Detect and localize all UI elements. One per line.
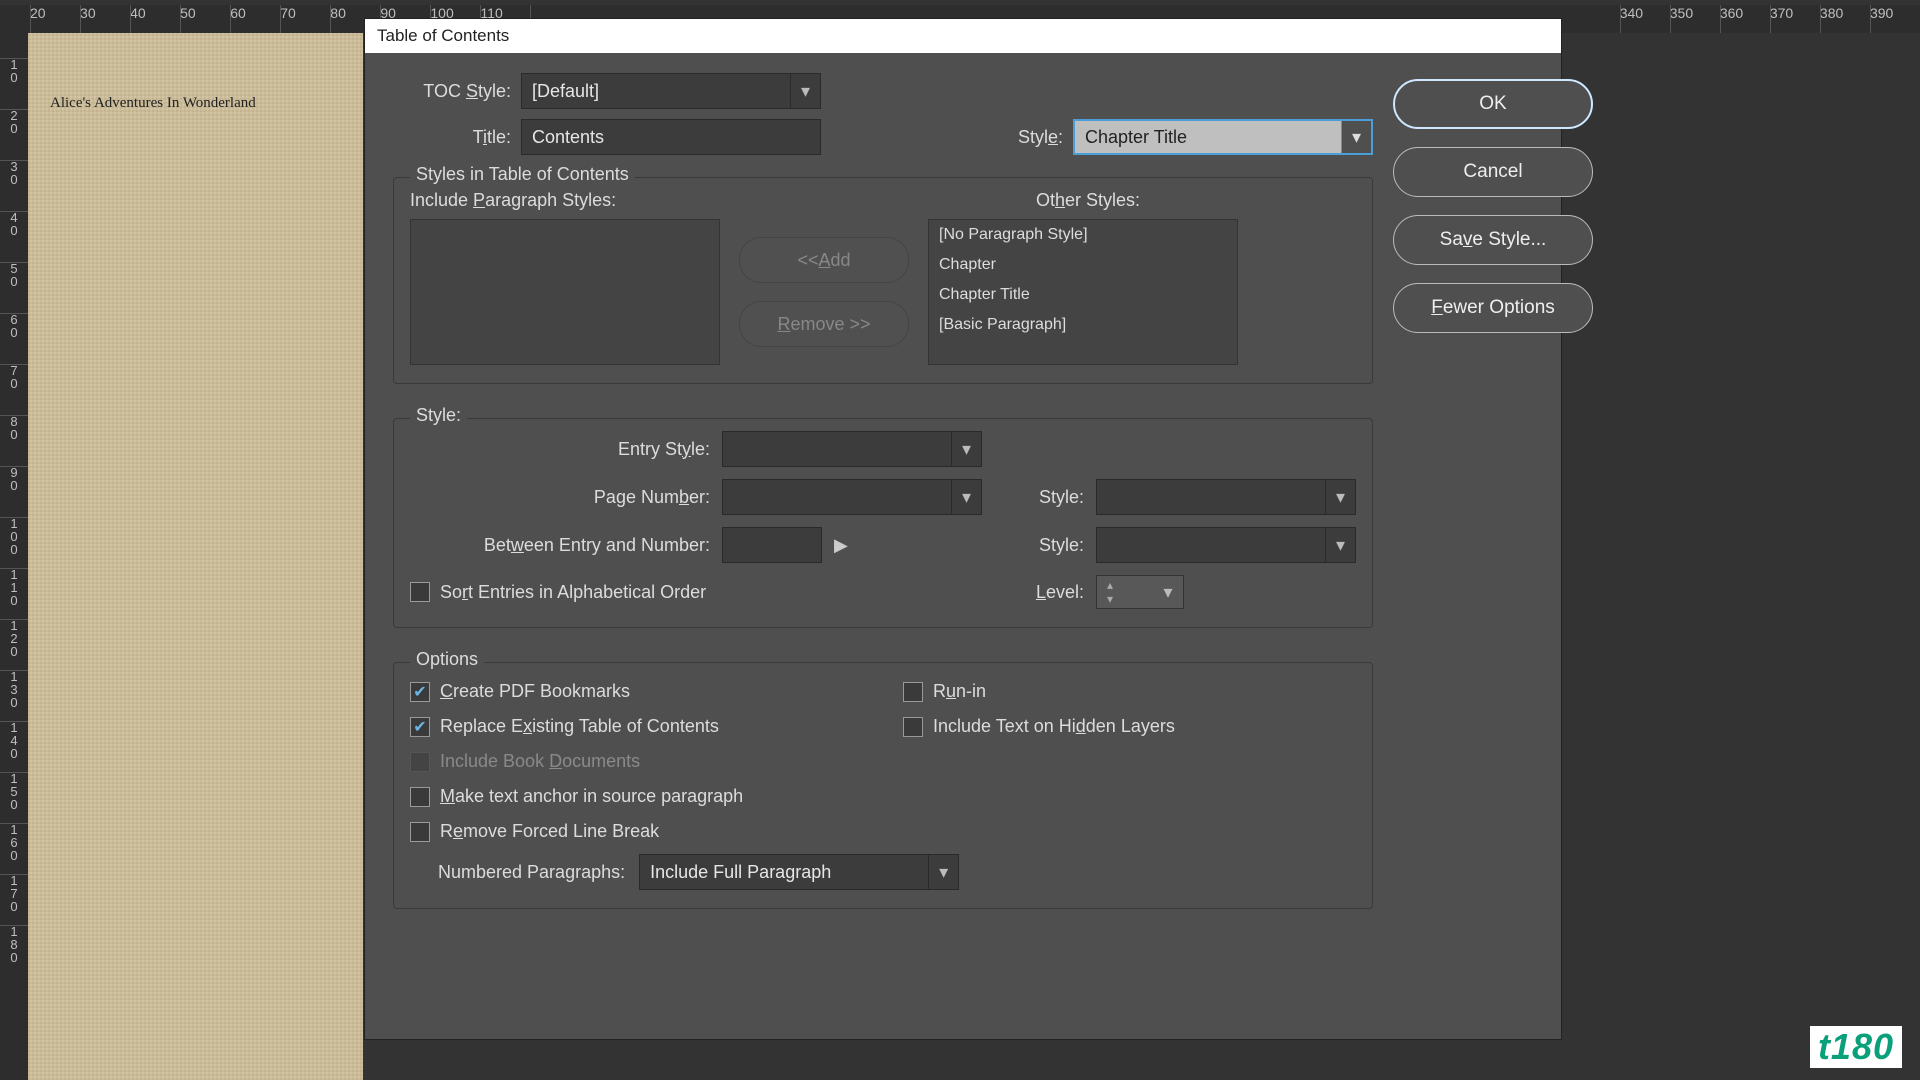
ruler-tick: 20 [30,5,80,21]
pasteboard-right [1570,33,1920,1080]
ok-button[interactable]: OK [1393,79,1593,129]
create-pdf-label: Create PDF Bookmarks [440,681,630,702]
hidden-layers-label: Include Text on Hidden Layers [933,716,1175,737]
title-input[interactable]: Contents [521,119,821,155]
page-number-style-label: Style: [994,487,1084,508]
title-style-value: Chapter Title [1085,127,1187,148]
list-item[interactable]: Chapter Title [929,280,1237,310]
chevron-down-icon: ▾ [1325,528,1355,562]
chevron-down-icon: ▾ [1325,480,1355,514]
title-label: Title: [393,127,511,148]
between-input[interactable] [722,527,822,563]
style-section-group: Style: Entry Style: ▾ Page Number: ▾ Sty… [393,418,1373,628]
styles-group-label: Styles in Table of Contents [410,164,635,185]
replace-checkbox[interactable]: ✔ [410,717,430,737]
run-in-label: Run-in [933,681,986,702]
save-style-button[interactable]: Save Style... [1393,215,1593,265]
ruler-tick: 390 [1870,5,1920,21]
sort-label: Sort Entries in Alphabetical Order [440,582,706,603]
between-style-label: Style: [994,535,1084,556]
replace-label: Replace Existing Table of Contents [440,716,719,737]
numbered-paragraphs-value: Include Full Paragraph [650,862,831,883]
style-section-label: Style: [410,405,467,426]
between-label: Between Entry and Number: [410,535,710,556]
include-book-label: Include Book Documents [440,751,640,772]
ruler-tick: 50 [180,5,230,21]
numbered-paragraphs-select[interactable]: Include Full Paragraph ▾ [639,854,959,890]
ruler-tick: 350 [1670,5,1720,21]
level-label: Level: [994,582,1084,603]
title-style-select[interactable]: Chapter Title ▾ [1073,119,1373,155]
cancel-button[interactable]: Cancel [1393,147,1593,197]
document-page[interactable] [28,33,363,1080]
dialog-titlebar[interactable]: Table of Contents [365,19,1561,53]
make-anchor-checkbox[interactable] [410,787,430,807]
ruler-tick: 40 [130,5,180,21]
chevron-down-icon: ▾ [951,480,981,514]
make-anchor-label: Make text anchor in source paragraph [440,786,743,807]
ruler-tick: 380 [1820,5,1870,21]
create-pdf-checkbox[interactable]: ✔ [410,682,430,702]
chevron-down-icon: ▾ [1341,121,1371,153]
sort-checkbox[interactable] [410,582,430,602]
document-title-text: Alice's Adventures In Wonderland [50,95,256,112]
options-group: Options ✔ Create PDF Bookmarks Run-in ✔ … [393,662,1373,909]
between-style-select[interactable]: ▾ [1096,527,1356,563]
chevron-down-icon: ▾ [1153,576,1183,608]
chevron-down-icon: ▾ [951,432,981,466]
title-value: Contents [532,127,604,148]
include-book-checkbox [410,752,430,772]
ruler-tick: 370 [1770,5,1820,21]
run-in-checkbox[interactable] [903,682,923,702]
ruler-vertical: 10 20 30 40 50 60 70 80 90 100 110 120 1… [0,33,28,1080]
chevron-down-icon: ▾ [928,855,958,889]
list-item[interactable]: Chapter [929,250,1237,280]
styles-in-toc-group: Styles in Table of Contents Include Para… [393,177,1373,384]
include-styles-list[interactable] [410,219,720,365]
numbered-paragraphs-label: Numbered Paragraphs: [438,862,625,883]
remove-break-label: Remove Forced Line Break [440,821,659,842]
hidden-layers-checkbox[interactable] [903,717,923,737]
page-number-label: Page Number: [410,487,710,508]
list-item[interactable]: [Basic Paragraph] [929,310,1237,340]
entry-style-label: Entry Style: [410,439,710,460]
fewer-options-button[interactable]: Fewer Options [1393,283,1593,333]
toc-style-select[interactable]: [Default] ▾ [521,73,821,109]
dialog-title-text: Table of Contents [377,26,509,46]
flyout-arrow-icon[interactable]: ▶ [834,535,848,556]
page-number-select[interactable]: ▾ [722,479,982,515]
list-item[interactable]: [No Paragraph Style] [929,220,1237,250]
stepper-down-icon[interactable]: ▾ [1101,592,1119,606]
chevron-down-icon: ▾ [790,74,820,108]
remove-button[interactable]: Remove >> [739,301,909,347]
ruler-vtick: 10 [0,58,28,109]
options-label: Options [410,649,484,670]
ruler-tick: 340 [1620,5,1670,21]
ruler-tick: 30 [80,5,130,21]
other-styles-label: Other Styles: [1036,190,1356,211]
add-button[interactable]: << Add [739,237,909,283]
toc-style-label: TOC Style: [393,81,511,102]
entry-style-select[interactable]: ▾ [722,431,982,467]
title-style-label: Style: [993,127,1063,148]
remove-break-checkbox[interactable] [410,822,430,842]
ruler-tick: 70 [280,5,330,21]
level-stepper[interactable]: ▴ ▾ ▾ [1096,575,1184,609]
toc-style-value: [Default] [532,81,599,102]
watermark-logo: t180 [1810,1026,1902,1068]
page-number-style-select[interactable]: ▾ [1096,479,1356,515]
stepper-up-icon[interactable]: ▴ [1101,578,1119,592]
ruler-tick: 60 [230,5,280,21]
include-paragraph-label: Include Paragraph Styles: [410,190,730,211]
other-styles-list[interactable]: [No Paragraph Style] Chapter Chapter Tit… [928,219,1238,365]
ruler-tick: 360 [1720,5,1770,21]
toc-dialog: Table of Contents TOC Style: [Default] ▾… [365,19,1561,1039]
